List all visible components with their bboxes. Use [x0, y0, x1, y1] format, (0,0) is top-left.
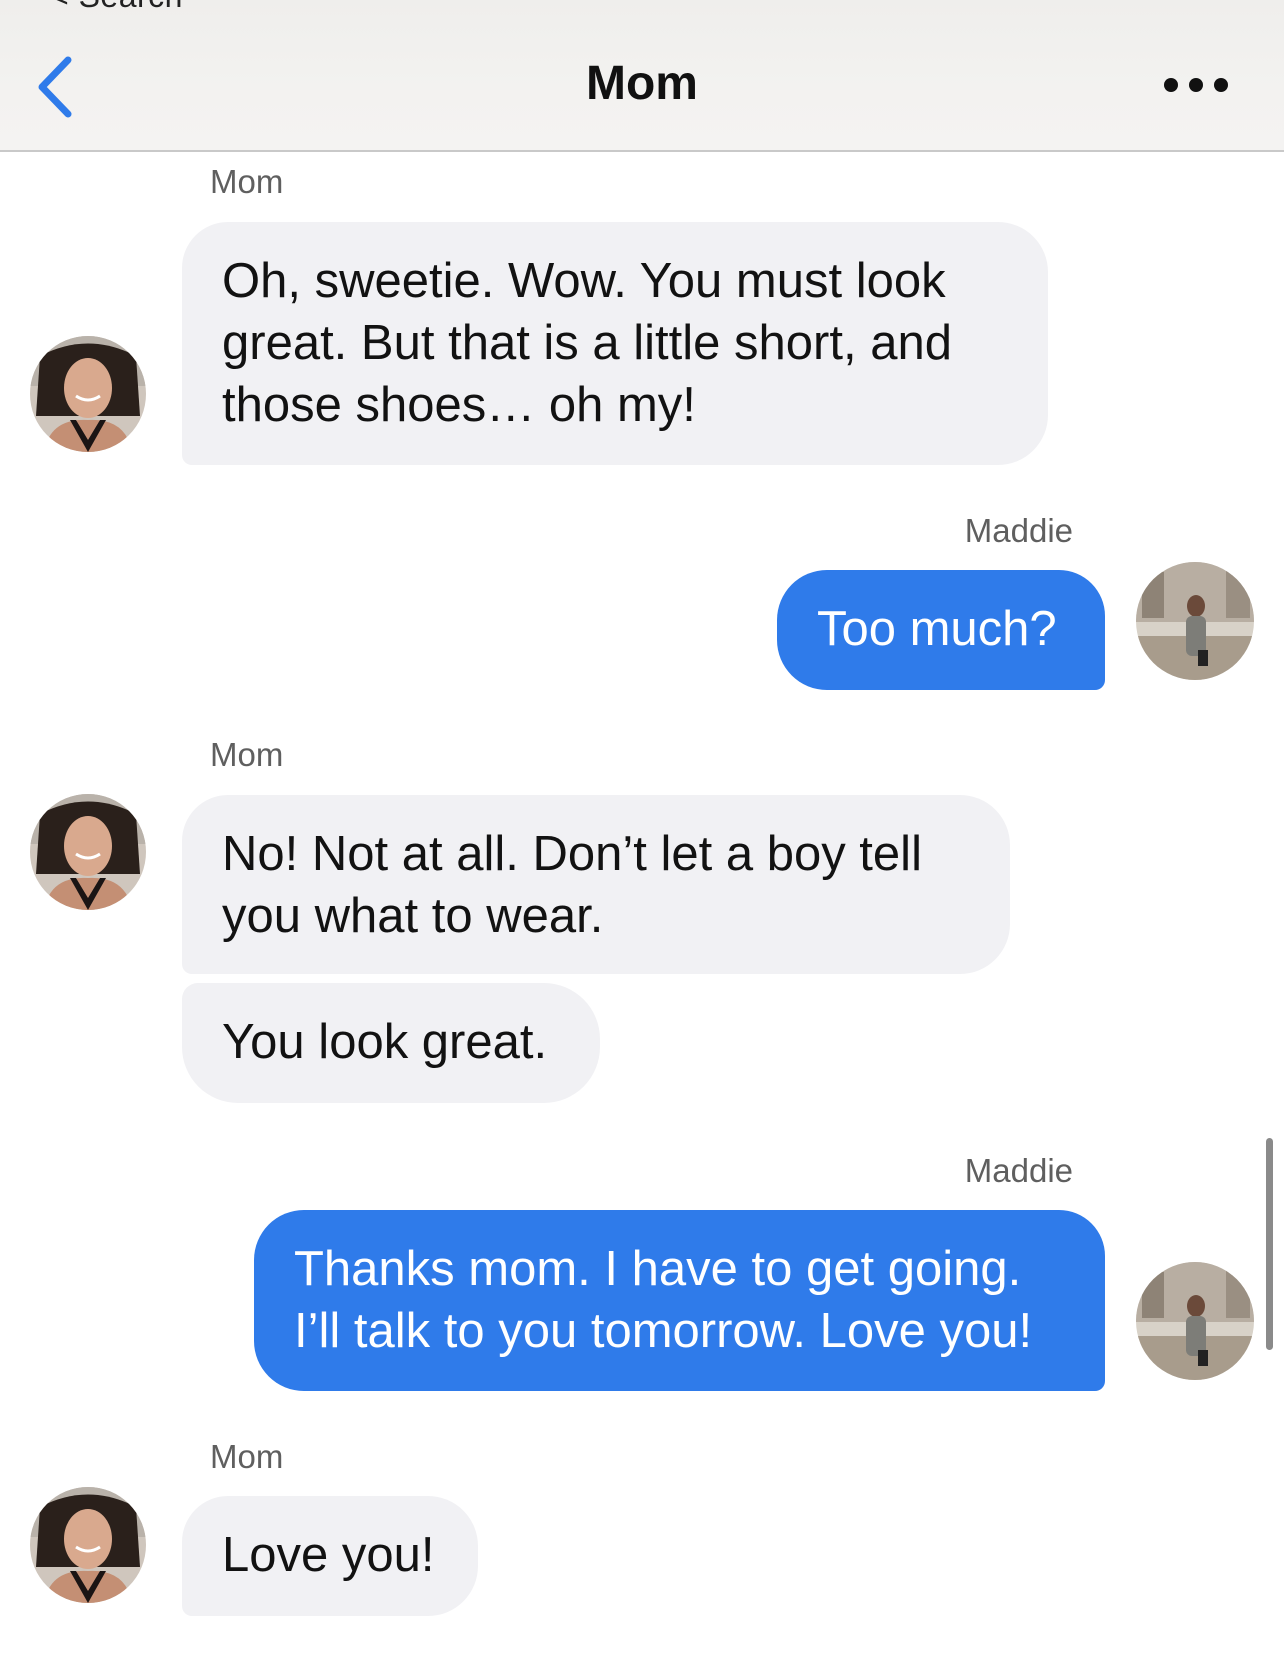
message-bubble-incoming[interactable]: You look great. [182, 983, 600, 1103]
ellipsis-icon [1164, 78, 1178, 92]
conversation-title: Mom [586, 57, 698, 110]
message-line: I’ll talk to you tomorrow. Love you! [294, 1304, 1033, 1358]
sender-name: Maddie [964, 512, 1073, 549]
avatar-maddie[interactable] [1136, 1262, 1254, 1380]
message-line: You look great. [222, 1015, 548, 1069]
sender-name: Mom [210, 1438, 284, 1475]
avatar-maddie[interactable] [1136, 562, 1254, 680]
more-options-button[interactable] [1164, 70, 1228, 100]
message-bubble-incoming[interactable]: Love you! [182, 1496, 478, 1616]
message-line: you what to wear. [222, 889, 604, 943]
scroll-indicator[interactable] [1266, 1138, 1273, 1350]
message-line: No! Not at all. Don’t let a boy tell [222, 827, 922, 881]
message-line: Love you! [222, 1528, 435, 1582]
back-to-search-label[interactable]: < Search [50, 0, 183, 15]
avatar-mom[interactable] [30, 1487, 146, 1603]
message-line: great. But that is a little short, and [222, 316, 952, 370]
message-line: Thanks mom. I have to get going. [294, 1242, 1022, 1296]
avatar-mom[interactable] [30, 336, 146, 452]
message-line: those shoes… oh my! [222, 378, 696, 432]
conversation-header: < Search Mom [0, 0, 1284, 152]
message-bubble-incoming[interactable]: No! Not at all. Don’t let a boy tell you… [182, 795, 1010, 974]
avatar-mom[interactable] [30, 794, 146, 910]
sender-name: Maddie [964, 1152, 1073, 1189]
message-bubble-incoming[interactable]: Oh, sweetie. Wow. You must look great. B… [182, 222, 1048, 465]
message-line: Too much? [817, 602, 1057, 656]
message-line: Oh, sweetie. Wow. You must look [222, 254, 946, 308]
sender-name: Mom [210, 163, 284, 200]
sender-name: Mom [210, 736, 284, 773]
message-bubble-outgoing[interactable]: Too much? [777, 570, 1105, 690]
message-bubble-outgoing[interactable]: Thanks mom. I have to get going. I’ll ta… [254, 1210, 1105, 1391]
